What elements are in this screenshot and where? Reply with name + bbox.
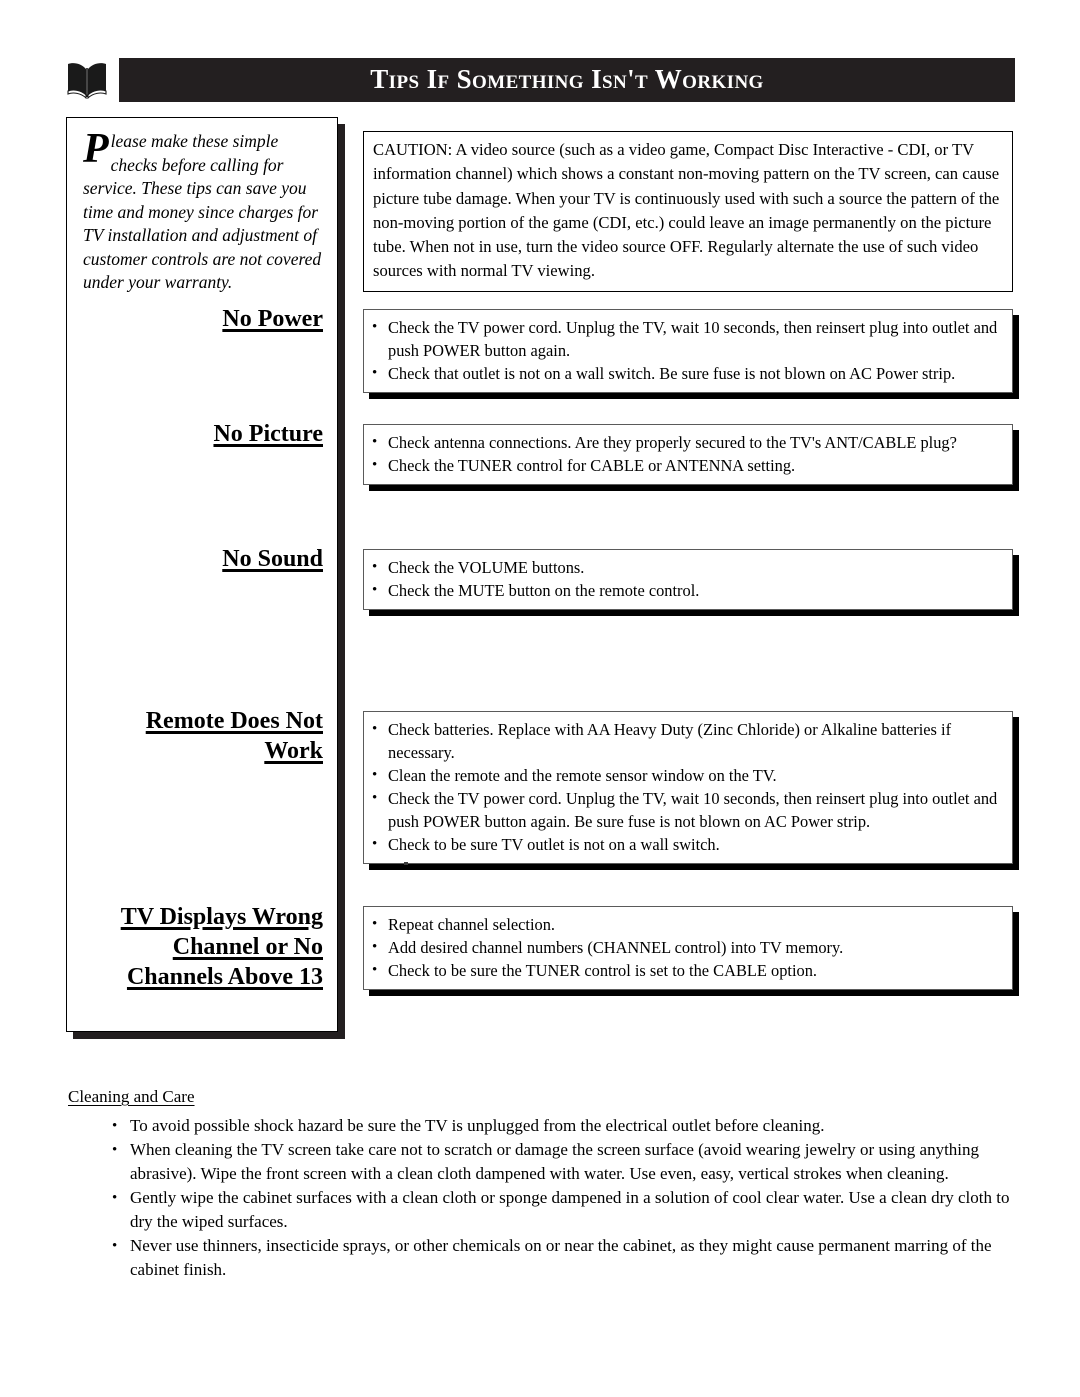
section-heading-line: Work [264, 738, 323, 764]
tip-item: Check the MUTE button on the remote cont… [370, 579, 1004, 602]
section-heading-line: No Power [222, 306, 323, 332]
tip-item: Check the VOLUME buttons. [370, 556, 1004, 579]
page-header: Tips If Something Isn't Working [65, 58, 1015, 102]
tip-item: Check that outlet is not on a wall switc… [370, 362, 1004, 385]
tip-item: Check to be sure the TUNER control is se… [370, 959, 1004, 982]
caution-box: CAUTION: A video source (such as a video… [363, 131, 1013, 292]
cleaning-item: To avoid possible shock hazard be sure t… [110, 1114, 1018, 1138]
tip-list: Repeat channel selection. Add desired ch… [370, 913, 1004, 982]
tip-item: Add desired channel numbers (CHANNEL con… [370, 936, 1004, 959]
section-heading-tv-displays-wrong-channel: TV Displays Wrong Channel or No Channels… [73, 902, 323, 992]
section-heading-line: Channel or No [172, 934, 323, 960]
open-book-icon [65, 61, 109, 100]
tip-box-tv-displays-wrong-channel: Repeat channel selection. Add desired ch… [363, 906, 1013, 990]
cleaning-item: Gently wipe the cabinet surfaces with a … [110, 1186, 1018, 1234]
tip-item: Repeat channel selection. [370, 913, 1004, 936]
tip-item: Check to be sure TV outlet is not on a w… [370, 833, 1004, 856]
intro-paragraph: Please make these simple checks before c… [83, 126, 327, 295]
tip-item: Clean the remote and the remote sensor w… [370, 764, 1004, 787]
tip-list: Check the VOLUME buttons. Check the MUTE… [370, 556, 1004, 602]
caution-text: CAUTION: A video source (such as a video… [373, 140, 1000, 281]
intro-dropcap: P [83, 126, 109, 172]
tip-list: Check antenna connections. Are they prop… [370, 431, 1004, 477]
section-heading-line: No Picture [213, 421, 323, 447]
cleaning-and-care-section: Cleaning and Care To avoid possible shoc… [68, 1086, 1018, 1282]
section-heading-line: Remote Does Not [145, 708, 323, 734]
tip-item: Check the TV power cord. Unplug the TV, … [370, 787, 1004, 833]
page-title: Tips If Something Isn't Working [370, 63, 764, 94]
tip-item: Check the TUNER control for CABLE or ANT… [370, 454, 1004, 477]
tip-list: Check batteries. Replace with AA Heavy D… [370, 718, 1004, 856]
cleaning-item: Never use thinners, insecticide sprays, … [110, 1234, 1018, 1282]
cleaning-title-wrap: Cleaning and Care [68, 1086, 1018, 1108]
title-bar: Tips If Something Isn't Working [119, 58, 1015, 102]
tip-item: Check the TV power cord. Unplug the TV, … [370, 316, 1004, 362]
section-heading-no-sound: No Sound [73, 544, 323, 574]
cleaning-and-care-title: Cleaning and Care [68, 1087, 195, 1106]
tip-box-remote-does-not-work: Check batteries. Replace with AA Heavy D… [363, 711, 1013, 864]
scan-artifact-dot [404, 862, 408, 865]
cleaning-item: When cleaning the TV screen take care no… [110, 1138, 1018, 1186]
left-headings-column: Please make these simple checks before c… [66, 117, 338, 1032]
section-heading-no-power: No Power [73, 304, 323, 334]
tip-box-no-picture: Check antenna connections. Are they prop… [363, 424, 1013, 485]
tip-box-no-sound: Check the VOLUME buttons. Check the MUTE… [363, 549, 1013, 610]
section-heading-line: Channels Above 13 [126, 964, 323, 990]
section-heading-no-picture: No Picture [73, 419, 323, 449]
cleaning-list: To avoid possible shock hazard be sure t… [68, 1114, 1018, 1282]
section-heading-line: No Sound [222, 546, 323, 572]
tip-item: Check antenna connections. Are they prop… [370, 431, 1004, 454]
tip-item: Check batteries. Replace with AA Heavy D… [370, 718, 1004, 764]
intro-body: lease make these simple checks before ca… [83, 131, 322, 292]
tip-box-no-power: Check the TV power cord. Unplug the TV, … [363, 309, 1013, 393]
tip-list: Check the TV power cord. Unplug the TV, … [370, 316, 1004, 385]
section-heading-line: TV Displays Wrong [120, 904, 323, 930]
section-heading-remote-does-not-work: Remote Does Not Work [73, 706, 323, 766]
